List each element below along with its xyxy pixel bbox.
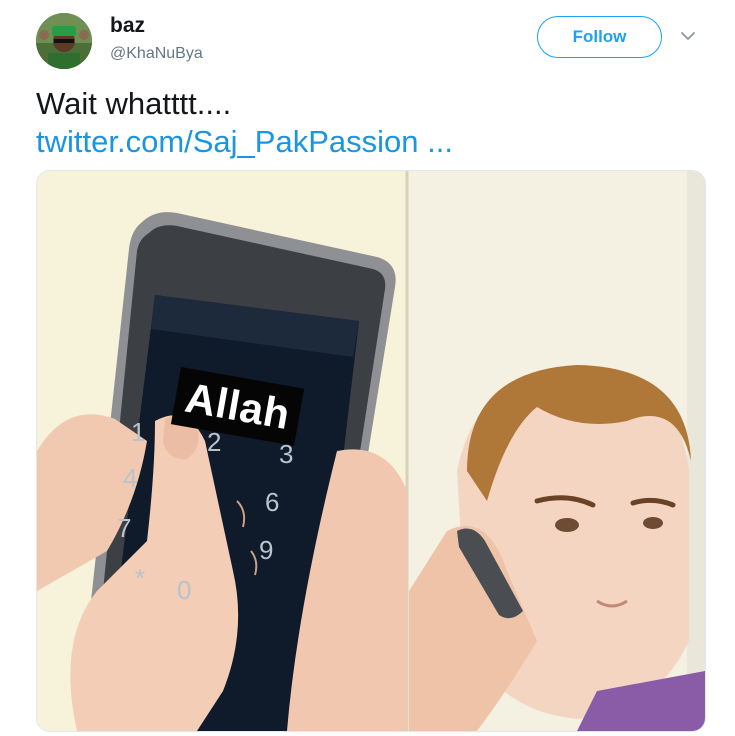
tweet-link[interactable]: twitter.com/Saj_PakPassion ...: [36, 124, 453, 160]
keypad-key: 4: [123, 463, 138, 493]
keypad-key: 6: [265, 487, 280, 517]
author-name[interactable]: baz: [110, 14, 145, 38]
keypad-key: 0: [177, 575, 192, 605]
follow-button[interactable]: Follow: [537, 16, 662, 58]
tweet-text: Wait whatttt....: [36, 86, 232, 121]
keypad-key: 9: [259, 535, 274, 565]
avatar[interactable]: [36, 13, 92, 69]
keypad-key: *: [135, 563, 146, 593]
keypad-key: 1: [131, 417, 146, 447]
author-handle[interactable]: @KhaNuBya: [110, 45, 203, 63]
profile-photo: [36, 13, 92, 69]
keypad-key: 7: [117, 513, 132, 543]
meme-illustration: [37, 171, 705, 731]
tweet-media-image[interactable]: 1 2 3 4 6 7 9 * 0 Allah: [36, 170, 706, 732]
chevron-down-icon[interactable]: [676, 24, 700, 48]
